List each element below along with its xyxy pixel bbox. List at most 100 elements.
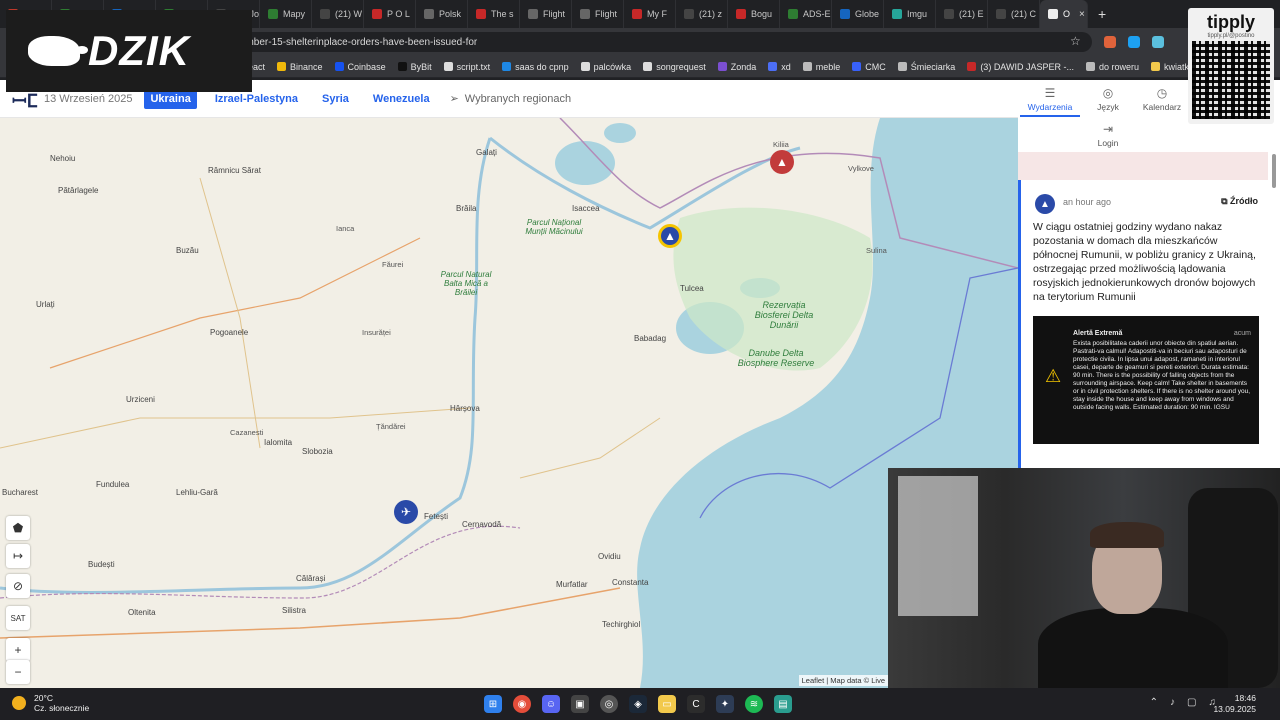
microphone-icon[interactable]: ♪ — [1170, 697, 1175, 708]
browser-tab[interactable]: (21) E — [936, 0, 988, 28]
map-place-label: Lehliu-Gară — [176, 488, 218, 497]
discord-icon[interactable]: ☺ — [542, 695, 560, 713]
bookmark-icon — [334, 62, 344, 71]
app-icon[interactable]: ▣ — [571, 695, 589, 713]
bookmark-item[interactable]: Zonda — [717, 62, 756, 72]
map-place-label: Pogoanele — [210, 328, 249, 337]
tab-syria[interactable]: Syria — [316, 89, 355, 109]
start-icon[interactable]: ⊞ — [484, 695, 502, 713]
browser-tab[interactable]: Flight — [520, 0, 572, 28]
tab-label: Kalendarz — [1142, 102, 1182, 112]
browser-tab[interactable]: O × — [1040, 0, 1088, 28]
tab-favicon-icon — [1048, 9, 1058, 19]
zoom-in-button[interactable]: + — [6, 638, 30, 662]
bookmark-item[interactable]: script.txt — [443, 62, 490, 72]
draw-polygon-icon[interactable]: ⬟ — [6, 516, 30, 540]
tab-label: My F — [647, 9, 667, 19]
bookmark-icon — [802, 62, 812, 71]
folder-icon[interactable]: ▭ — [658, 695, 676, 713]
alert-marker-icon[interactable]: ▲ — [658, 224, 682, 248]
chrome-icon[interactable]: ◉ — [513, 695, 531, 713]
app-icon[interactable]: ✦ — [716, 695, 734, 713]
previous-event-card[interactable] — [1018, 152, 1268, 180]
map-place-label: Urlați — [36, 300, 55, 309]
close-tab-icon[interactable]: × — [1079, 9, 1085, 20]
weather-desc: Cz. słonecznie — [34, 703, 90, 713]
bookmark-item[interactable]: xd — [768, 62, 791, 72]
browser-tab[interactable]: My F — [624, 0, 676, 28]
map-attribution[interactable]: Leaflet | Map data © Live — [798, 675, 888, 686]
browser-tab[interactable]: (21) z — [676, 0, 728, 28]
spotify-icon[interactable]: ≋ — [745, 695, 763, 713]
url-field[interactable]: eptember-15-shelterinplace-orders-have-b… — [212, 32, 1092, 52]
map-place-label: Călărași — [296, 574, 326, 583]
bookmark-item[interactable]: Śmieciarka — [897, 62, 955, 72]
map-view[interactable]: Nehoiu Râmnicu Sărat Pătârlagele Buzău Urlaț… — [0, 118, 1018, 688]
tab-login[interactable]: ⇥ Login — [1078, 122, 1138, 148]
measure-icon[interactable]: ↦ — [6, 544, 30, 568]
bookmark-item[interactable]: palcówka — [580, 61, 632, 72]
region-filter[interactable]: ➢ Wybranych regionach — [450, 92, 572, 106]
bookmark-item[interactable]: CMC — [852, 62, 886, 72]
browser-tab[interactable]: P O L — [364, 0, 416, 28]
tab-label: Imgu — [907, 9, 928, 19]
browser-tab[interactable]: ADS-E — [780, 0, 832, 28]
map-place-label: Tulcea — [680, 284, 704, 293]
browser-tab[interactable]: Bogu — [728, 0, 780, 28]
aircraft-marker-icon[interactable]: ✈ — [394, 500, 418, 524]
clock[interactable]: 18:46 13.09.2025 — [1213, 693, 1256, 715]
bookmark-icon — [1151, 62, 1161, 71]
bookmark-label: kwiatki — [1164, 61, 1192, 72]
notepad-icon[interactable]: ▤ — [774, 695, 792, 713]
extension-icon[interactable] — [1128, 36, 1140, 48]
tab-kalendarz[interactable]: ◷ Kalendarz — [1132, 86, 1192, 112]
satellite-toggle[interactable]: SAT — [6, 606, 30, 630]
tab-label: Globe — [855, 9, 880, 19]
steam-icon[interactable]: ◈ — [629, 695, 647, 713]
obs-icon[interactable]: ◎ — [600, 695, 618, 713]
drone-marker-icon[interactable]: ▲ — [770, 150, 794, 174]
weather-widget[interactable]: 20°C Cz. słonecznie — [12, 693, 89, 713]
bookmark-item[interactable]: do roweru — [1086, 62, 1139, 72]
tab-favicon-icon — [892, 9, 902, 19]
hide-layer-icon[interactable]: ⊘ — [6, 574, 30, 598]
bookmark-item[interactable]: saas do cpnp — [502, 62, 569, 72]
browser-tab[interactable]: Flight — [572, 0, 624, 28]
tab-label: Flight — [543, 9, 566, 19]
bookmark-star-icon[interactable]: ☆ — [1070, 34, 1081, 48]
extension-icon[interactable] — [1152, 36, 1164, 48]
tab-wydarzenia[interactable]: ☰ Wydarzenia — [1020, 86, 1080, 117]
zoom-out-button[interactable]: − — [6, 660, 30, 684]
browser-tab[interactable]: Imgu — [884, 0, 936, 28]
bookmark-item[interactable]: Binance — [277, 62, 323, 72]
browser-tab[interactable]: Mapy — [260, 0, 312, 28]
chevron-up-icon[interactable]: ⌃ — [1150, 697, 1158, 708]
browser-tab[interactable]: (21) W — [312, 0, 364, 28]
bookmark-item[interactable]: songrequest — [643, 62, 706, 72]
bookmark-label: palcówka — [593, 61, 632, 72]
browser-tab[interactable]: Globe — [832, 0, 884, 28]
panel-scrollbar[interactable] — [1272, 154, 1276, 188]
alert-screenshot[interactable]: ⚠ Alertă Extremă acum Exista posibilitat… — [1033, 316, 1259, 444]
tab-jezyk[interactable]: ◎ Język — [1078, 86, 1138, 112]
event-card[interactable]: ▲ an hour ago ⧉ Źródło W ciągu ostatniej… — [1018, 180, 1268, 468]
extension-icon[interactable] — [1104, 36, 1116, 48]
bookmark-item[interactable]: meble — [802, 62, 840, 72]
warning-icon: ⚠ — [1045, 366, 1062, 386]
display-icon[interactable]: ▢ — [1187, 697, 1196, 708]
bookmark-item[interactable]: Coinbase — [334, 62, 386, 72]
browser-tab[interactable]: (21) C — [988, 0, 1040, 28]
bookmark-item[interactable]: ByBit — [397, 62, 432, 72]
map-place-label: Murfatlar — [556, 580, 588, 589]
source-link[interactable]: ⧉ Źródło — [1221, 196, 1258, 207]
map-place-label: Fetești — [424, 512, 449, 521]
new-tab-button[interactable]: + — [1088, 6, 1116, 22]
browser-tab[interactable]: Polsk — [416, 0, 468, 28]
bookmark-item[interactable]: (3) DAWID JASPER -... — [967, 62, 1074, 72]
bookmark-item[interactable]: kwiatki — [1151, 62, 1191, 72]
clock-date: 13.09.2025 — [1213, 704, 1256, 714]
browser-tab[interactable]: The s — [468, 0, 520, 28]
map-place-label: Fundulea — [96, 480, 130, 489]
tab-wenezuela[interactable]: Wenezuela — [367, 89, 436, 109]
app-icon[interactable]: C — [687, 695, 705, 713]
